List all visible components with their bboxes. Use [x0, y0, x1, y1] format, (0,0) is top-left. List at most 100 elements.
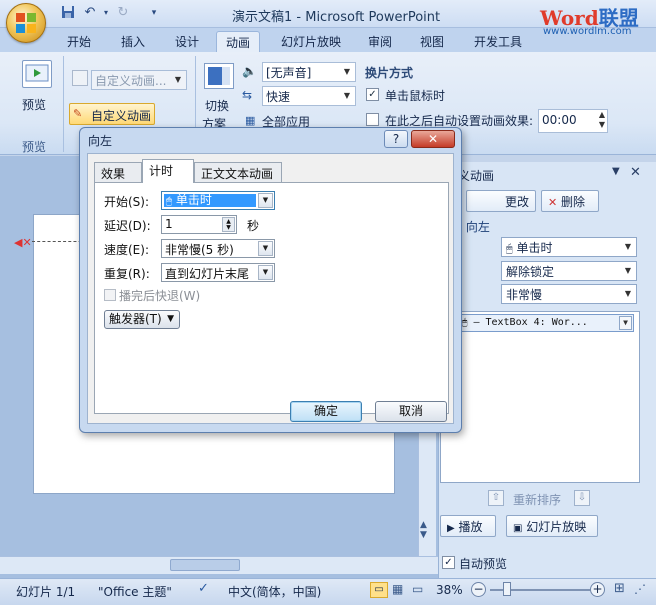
play-icon: ▶: [447, 523, 455, 534]
zoom-slider-thumb[interactable]: [503, 582, 511, 596]
save-icon[interactable]: [60, 5, 76, 21]
custom-anim-small-icon: [72, 70, 88, 86]
normal-view-icon[interactable]: ▭: [370, 582, 388, 598]
spin-arrows-icon: ▲ ▼: [598, 110, 605, 129]
delay-unit: 秒: [247, 219, 260, 233]
preview-icon[interactable]: [22, 60, 52, 88]
tab-home[interactable]: 开始: [58, 31, 100, 52]
anim-marker-icon[interactable]: ◀✕: [14, 236, 32, 249]
rewind-label: 播完后快退(W): [119, 289, 201, 303]
tab-effect[interactable]: 效果: [94, 162, 142, 182]
tab-insert[interactable]: 插入: [112, 31, 154, 52]
fit-window-icon[interactable]: ⊞: [614, 581, 625, 596]
pane-direction-combo[interactable]: 解除锁定 ▼: [501, 261, 637, 281]
tab-animations[interactable]: 动画: [216, 31, 261, 52]
speed-combo[interactable]: 快速 ▼: [262, 86, 356, 106]
ok-button[interactable]: 确定: [290, 401, 362, 422]
move-down-icon[interactable]: ⇩: [574, 490, 590, 506]
hscroll-thumb[interactable]: [170, 559, 240, 571]
redo-icon[interactable]: ↻: [115, 5, 131, 21]
transition-scheme-icon[interactable]: [204, 63, 234, 89]
brand-url: www.wordlm.com: [543, 26, 632, 37]
reading-view-icon[interactable]: ▭: [412, 582, 423, 596]
slideshow-button[interactable]: ▣ 幻灯片放映: [506, 515, 598, 537]
preview-button[interactable]: 预览: [22, 96, 46, 113]
tab-design[interactable]: 设计: [166, 31, 208, 52]
start-label: 开始(S):: [104, 195, 150, 209]
chevron-down-icon: ▼: [167, 314, 174, 324]
animation-list-item[interactable]: 🖱 — TextBox 4: Wor... ▼: [458, 314, 634, 332]
delete-button[interactable]: ✕ 删除: [541, 190, 599, 212]
customize-qat-icon[interactable]: ▾: [146, 5, 162, 21]
office-logo-icon: [16, 13, 36, 33]
slide-counter: 幻灯片 1/1: [16, 585, 76, 599]
slideshow-icon: ▣: [513, 523, 523, 534]
custom-anim-button[interactable]: ✎ 自定义动画: [69, 103, 155, 125]
zoom-in-icon[interactable]: +: [590, 582, 605, 597]
auto-after-checkbox[interactable]: [366, 113, 379, 126]
transition-label-1[interactable]: 切换: [205, 97, 229, 114]
apply-all-icon: ▦: [245, 114, 256, 127]
start-combo[interactable]: 🖱 单击时 ▼: [161, 191, 275, 210]
speed-label: 速度(E):: [104, 243, 149, 257]
theme-name: "Office 主题": [98, 585, 172, 599]
scroll-arrows-icon[interactable]: ▲ ▼: [420, 520, 427, 540]
speed-combo[interactable]: 非常慢(5 秒) ▼: [161, 239, 275, 258]
mouse-icon: 🖱: [166, 196, 172, 207]
resize-grip-icon: ⋰: [634, 582, 646, 596]
cancel-button[interactable]: 取消: [375, 401, 447, 422]
sound-combo[interactable]: [无声音] ▼: [262, 62, 356, 82]
change-button[interactable]: 更改: [466, 190, 536, 212]
custom-anim-combo: 自定义动画... ▼: [91, 70, 187, 90]
tab-slideshow[interactable]: 幻灯片放映: [272, 31, 350, 52]
help-button[interactable]: ?: [384, 130, 408, 148]
preview-group-label: 预览: [22, 140, 47, 154]
tab-timing[interactable]: 计时: [142, 159, 194, 183]
auto-preview-checkbox[interactable]: ✓: [442, 556, 455, 569]
office-button[interactable]: [6, 3, 46, 43]
pane-speed-combo[interactable]: 非常慢 ▼: [501, 284, 637, 304]
tab-view[interactable]: 视图: [411, 31, 453, 52]
dialog-body: 效果 计时 正文文本动画 开始(S): 🖱 单击时 ▼ 延迟(D): 1 ▲ ▼ …: [87, 153, 454, 424]
repeat-label: 重复(R):: [104, 267, 150, 281]
delay-label: 延迟(D):: [104, 219, 151, 233]
rewind-checkbox[interactable]: [104, 289, 116, 301]
pane-menu-icon[interactable]: ▼: [612, 166, 620, 177]
advance-group-title: 换片方式: [365, 66, 414, 80]
mouse-icon: 🖱: [506, 242, 513, 255]
pane-close-icon[interactable]: ✕: [630, 165, 641, 180]
animation-list[interactable]: [440, 311, 640, 483]
timing-dialog: 向左 ? ✕ 效果 计时 正文文本动画 开始(S): 🖱 单击时 ▼ 延迟(D)…: [79, 127, 462, 433]
repeat-combo[interactable]: 直到幻灯片末尾 ▼: [161, 263, 275, 282]
spellcheck-icon[interactable]: ✓: [198, 581, 209, 596]
effect-name: : 向左: [458, 220, 490, 234]
delay-spinner[interactable]: 1 ▲ ▼: [161, 215, 237, 234]
pane-start-combo[interactable]: 🖱 单击时 ▼: [501, 237, 637, 257]
custom-anim-icon: ✎: [73, 107, 83, 120]
sorter-view-icon[interactable]: ▦: [392, 582, 403, 596]
mouse-icon: 🖱: [462, 318, 468, 328]
play-button[interactable]: ▶ 播放: [440, 515, 496, 537]
move-up-icon[interactable]: ⇧: [488, 490, 504, 506]
pane-title: 义动画: [458, 169, 495, 183]
on-click-label: 单击鼠标时: [385, 89, 446, 103]
reorder-label: 重新排序: [513, 493, 562, 507]
tab-review[interactable]: 审阅: [359, 31, 401, 52]
zoom-out-icon[interactable]: −: [471, 582, 486, 597]
zoom-level[interactable]: 38%: [436, 583, 463, 597]
group-separator: [63, 56, 64, 152]
delete-icon: ✕: [548, 196, 558, 209]
language-indicator[interactable]: 中文(简体，中国): [228, 583, 321, 600]
auto-time-spinner[interactable]: 00:00 ▲ ▼: [538, 109, 608, 133]
undo-dropdown-icon[interactable]: ▾: [98, 5, 114, 21]
on-click-checkbox[interactable]: ✓: [366, 88, 379, 101]
close-button[interactable]: ✕: [411, 130, 455, 148]
tab-developer[interactable]: 开发工具: [465, 31, 531, 52]
sound-icon: 🔈: [242, 64, 257, 78]
timing-panel: 开始(S): 🖱 单击时 ▼ 延迟(D): 1 ▲ ▼ 秒 速度(E): 非常慢(…: [94, 182, 449, 414]
spin-arrows-icon: ▲ ▼: [222, 217, 235, 232]
undo-icon[interactable]: ↶: [82, 5, 98, 21]
tab-text-animation[interactable]: 正文文本动画: [194, 162, 282, 182]
trigger-button[interactable]: 触发器(T) ▼: [104, 310, 180, 329]
delay-value: 1: [165, 217, 173, 231]
